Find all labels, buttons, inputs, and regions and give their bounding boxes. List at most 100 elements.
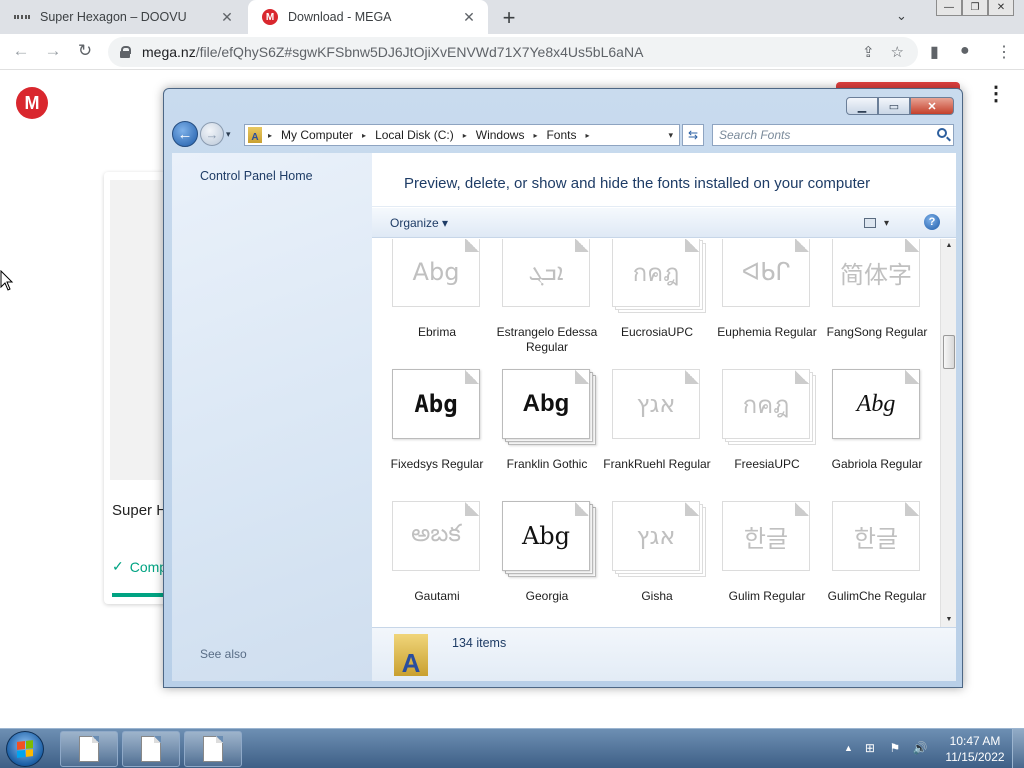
window-close-button[interactable]: ✕ xyxy=(988,0,1014,16)
help-icon[interactable]: ? xyxy=(924,214,940,230)
tab-close-icon[interactable]: ✕ xyxy=(218,9,236,26)
chrome-menu-icon[interactable]: ⋮ xyxy=(996,42,1012,62)
font-tile[interactable]: 한글 Gulim Regular xyxy=(712,501,822,627)
explorer-back-button[interactable]: ← xyxy=(172,121,198,147)
network-icon[interactable]: ⊞ xyxy=(862,741,878,755)
profile-avatar-icon[interactable]: ● xyxy=(960,42,970,60)
font-file-icon: Abg xyxy=(392,239,486,313)
show-hidden-icons-button[interactable]: ▲ xyxy=(844,743,853,753)
action-center-icon[interactable]: ⚑ xyxy=(887,741,903,755)
browser-toolbar: ← → ↻ mega.nz/file/efQhyS6Z#sgwKFSbnw5DJ… xyxy=(0,34,1024,70)
fonts-folder-large-icon: A xyxy=(394,634,428,676)
breadcrumb-local-disk[interactable]: Local Disk (C:) xyxy=(375,128,454,142)
explorer-address-bar[interactable]: A ▸ My Computer ▸ Local Disk (C:) ▸ Windows… xyxy=(244,124,680,146)
document-icon xyxy=(79,736,99,762)
font-tile[interactable]: กคฎ EucrosiaUPC xyxy=(602,239,712,369)
explorer-minimize-button[interactable]: ▁ xyxy=(846,97,878,115)
taskbar: ▲ ⊞ ⚑ 🔊 10:47 AM 11/15/2022 xyxy=(0,728,1024,768)
address-dropdown-icon[interactable]: ▾ xyxy=(668,130,673,141)
font-tile[interactable]: Abg Gabriola Regular xyxy=(822,369,932,501)
taskbar-clock[interactable]: 10:47 AM 11/15/2022 xyxy=(940,733,1010,765)
taskbar-item[interactable] xyxy=(60,731,118,767)
taskbar-item[interactable] xyxy=(122,731,180,767)
reload-button[interactable]: ↻ xyxy=(74,41,96,63)
window-minimize-button[interactable]: — xyxy=(936,0,962,16)
lock-icon[interactable] xyxy=(120,46,131,58)
font-name: Gulim Regular xyxy=(728,589,806,603)
font-sample: 한글 xyxy=(853,524,899,553)
font-file-icon: Abg xyxy=(502,369,596,445)
mega-logo[interactable]: M xyxy=(16,87,48,119)
font-sample: Abg xyxy=(521,522,571,550)
breadcrumb-fonts[interactable]: Fonts xyxy=(546,128,576,142)
tab-close-icon[interactable]: ✕ xyxy=(460,9,478,26)
font-name: Ebrima xyxy=(417,325,456,339)
control-panel-home-link[interactable]: Control Panel Home xyxy=(200,169,313,183)
fonts-folder-icon: A xyxy=(248,127,262,143)
tab-mega-download[interactable]: M Download - MEGA ✕ xyxy=(248,0,488,34)
mouse-cursor-icon xyxy=(0,270,14,291)
font-name: FangSong Regular xyxy=(826,325,928,339)
scroll-down-button[interactable]: ▼ xyxy=(941,613,957,627)
back-button[interactable]: ← xyxy=(10,41,32,63)
refresh-button[interactable]: ⇆ xyxy=(682,124,704,146)
search-fonts-input[interactable]: Search Fonts xyxy=(712,124,954,146)
font-name: Gabriola Regular xyxy=(831,457,923,471)
font-tile[interactable]: ܐܒܓ Estrangelo Edessa Regular xyxy=(492,239,602,369)
font-sample: אגץ xyxy=(636,390,676,418)
tab-title: Download - MEGA xyxy=(288,10,392,24)
side-panel-icon[interactable]: ▮ xyxy=(930,42,939,62)
address-bar[interactable]: mega.nz/file/efQhyS6Z#sgwKFSbnw5DJ6JtOji… xyxy=(108,37,918,67)
font-file-icon: ᐊᑲᒋ xyxy=(722,239,816,313)
organize-button[interactable]: Organize ▾ xyxy=(390,216,448,230)
font-tile[interactable]: Abg Ebrima xyxy=(382,239,492,369)
forward-button[interactable]: → xyxy=(42,41,64,63)
share-icon[interactable]: ⇪ xyxy=(862,43,875,61)
window-restore-button[interactable]: ❐ xyxy=(962,0,988,16)
new-tab-button[interactable]: + xyxy=(498,5,520,31)
font-tile[interactable]: 简体字 FangSong Regular xyxy=(822,239,932,369)
start-button[interactable] xyxy=(6,731,44,767)
scroll-up-button[interactable]: ▲ xyxy=(941,239,957,253)
explorer-forward-button[interactable]: → xyxy=(200,122,224,146)
font-tile[interactable]: กคฎ FreesiaUPC xyxy=(712,369,822,501)
font-name: Franklin Gothic xyxy=(506,457,588,471)
pane-header: Preview, delete, or show and hide the fo… xyxy=(372,153,956,207)
document-icon xyxy=(141,736,161,762)
mega-logo-icon: M xyxy=(262,9,278,25)
explorer-maximize-button[interactable]: ▭ xyxy=(878,97,910,115)
url-text[interactable]: mega.nz/file/efQhyS6Z#sgwKFSbnw5DJ6JtOji… xyxy=(142,44,643,60)
font-name: Gautami xyxy=(414,589,460,603)
vertical-scrollbar[interactable]: ▲ ▼ xyxy=(940,239,956,627)
font-grid: Abg Ebrima ܐܒܓ Estrangelo Edessa Regular กคฎ… xyxy=(372,239,940,627)
font-tile[interactable]: ᐊᑲᒋ Euphemia Regular xyxy=(712,239,822,369)
font-name: Euphemia Regular xyxy=(717,325,817,339)
font-file-icon: 한글 xyxy=(722,501,816,577)
change-view-button[interactable]: ▾ xyxy=(864,216,896,230)
search-icon[interactable] xyxy=(937,128,947,138)
font-tile[interactable]: Abg Franklin Gothic xyxy=(492,369,602,501)
recent-pages-dropdown[interactable]: ▾ xyxy=(226,129,231,140)
breadcrumb-windows[interactable]: Windows xyxy=(476,128,525,142)
bookmark-star-icon[interactable]: ☆ xyxy=(891,43,904,61)
volume-icon[interactable]: 🔊 xyxy=(912,741,928,755)
explorer-close-button[interactable]: ✕ xyxy=(910,97,954,115)
font-tile[interactable]: 한글 GulimChe Regular xyxy=(822,501,932,627)
breadcrumb-my-computer[interactable]: My Computer xyxy=(281,128,353,142)
tab-search-button[interactable]: ⌄ xyxy=(896,8,907,24)
check-icon: ✓ xyxy=(112,558,124,574)
font-tile[interactable]: אגץ Gisha xyxy=(602,501,712,627)
explorer-nav-buttons: ← → ▾ xyxy=(172,121,231,147)
show-desktop-button[interactable] xyxy=(1012,729,1024,768)
font-tile[interactable]: אגץ FrankRuehl Regular xyxy=(602,369,712,501)
view-dropdown-icon[interactable]: ▾ xyxy=(884,218,889,229)
mega-menu-icon[interactable]: ⋮ xyxy=(986,84,1006,104)
view-icon xyxy=(864,218,876,228)
scroll-thumb[interactable] xyxy=(943,335,955,369)
font-tile[interactable]: Abg Fixedsys Regular xyxy=(382,369,492,501)
font-tile[interactable]: అబక Gautami xyxy=(382,501,492,627)
font-sample: אגץ xyxy=(636,522,676,550)
font-tile[interactable]: Abg Georgia xyxy=(492,501,602,627)
tab-super-hexagon[interactable]: Super Hexagon – DOOVU ✕ xyxy=(0,0,246,34)
taskbar-item[interactable] xyxy=(184,731,242,767)
